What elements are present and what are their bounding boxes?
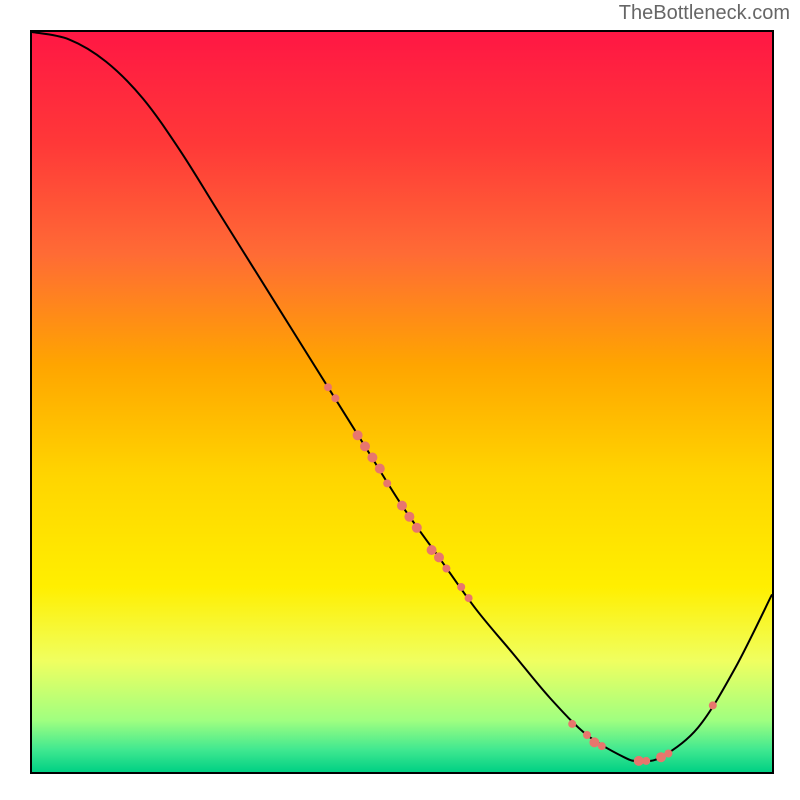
data-point <box>442 565 450 573</box>
data-point <box>642 757 650 765</box>
data-point <box>367 453 377 463</box>
data-point <box>383 479 391 487</box>
data-point <box>375 464 385 474</box>
bottleneck-curve <box>32 32 772 761</box>
data-point <box>412 523 422 533</box>
data-point <box>353 430 363 440</box>
chart-container: TheBottleneck.com <box>0 0 800 800</box>
data-point <box>598 742 606 750</box>
data-point <box>568 720 576 728</box>
plot-area <box>30 30 774 774</box>
data-point <box>434 552 444 562</box>
data-point <box>360 441 370 451</box>
curve-layer <box>32 32 772 772</box>
data-point <box>324 383 332 391</box>
data-point <box>465 594 473 602</box>
watermark-text: TheBottleneck.com <box>619 2 790 25</box>
data-point <box>583 731 591 739</box>
data-point <box>331 394 339 402</box>
data-point <box>709 701 717 709</box>
data-point <box>664 750 672 758</box>
data-point <box>404 512 414 522</box>
data-point <box>427 545 437 555</box>
data-point <box>397 501 407 511</box>
data-points-group <box>324 383 717 766</box>
data-point <box>457 583 465 591</box>
